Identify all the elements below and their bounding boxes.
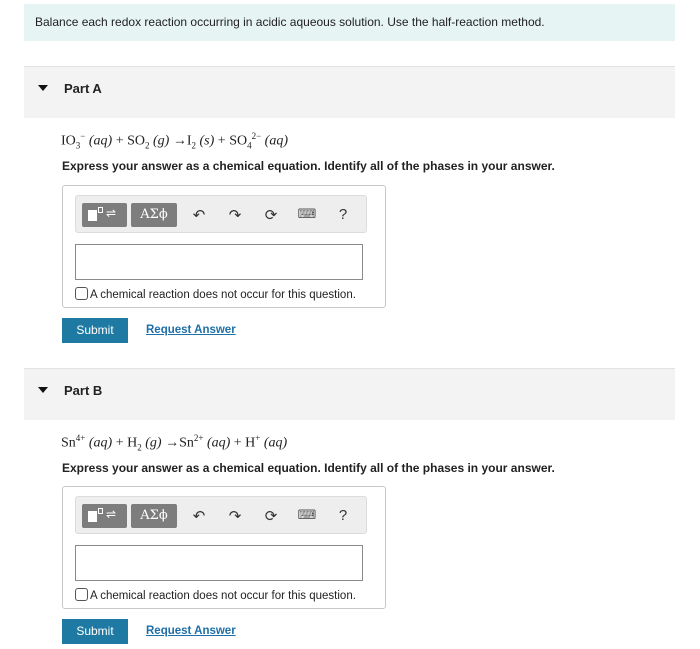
part-a-title: Part A	[64, 81, 102, 96]
undo-icon[interactable]: ↶	[188, 204, 210, 226]
part-a-answer-box: ⇌ ΑΣϕ ↶ ↷ ⟳ ⌨ ? A chemical reaction does…	[62, 185, 386, 308]
greek-symbols-button[interactable]: ΑΣϕ	[131, 504, 177, 528]
redo-icon[interactable]: ↷	[224, 204, 246, 226]
request-answer-link[interactable]: Request Answer	[146, 625, 236, 637]
part-a-instruction: Express your answer as a chemical equati…	[62, 159, 555, 173]
part-a-equation: IO3− (aq) + SO2 (g) →I2 (s) + SO42− (aq)	[61, 131, 288, 151]
answer-input[interactable]	[75, 545, 363, 581]
submit-button[interactable]: Submit	[62, 318, 128, 343]
template-icon[interactable]: ⇌	[82, 504, 127, 528]
equation-toolbar: ⇌ ΑΣϕ ↶ ↷ ⟳ ⌨ ?	[75, 195, 367, 233]
request-answer-link[interactable]: Request Answer	[146, 324, 236, 336]
caret-down-icon[interactable]	[38, 387, 48, 393]
caret-down-icon[interactable]	[38, 85, 48, 91]
redo-icon[interactable]: ↷	[224, 505, 246, 527]
reset-icon[interactable]: ⟳	[260, 204, 282, 226]
greek-symbols-button[interactable]: ΑΣϕ	[131, 203, 177, 227]
keyboard-icon[interactable]: ⌨	[296, 505, 318, 527]
instructions-text: Balance each redox reaction occurring in…	[35, 15, 545, 29]
submit-button[interactable]: Submit	[62, 619, 128, 644]
template-icon[interactable]: ⇌	[82, 203, 127, 227]
no-reaction-label: A chemical reaction does not occur for t…	[90, 590, 356, 602]
instructions-banner: Balance each redox reaction occurring in…	[24, 4, 675, 41]
no-reaction-checkbox[interactable]	[75, 287, 88, 300]
part-b-header[interactable]: Part B	[24, 368, 675, 420]
keyboard-icon[interactable]: ⌨	[296, 204, 318, 226]
help-icon[interactable]: ?	[332, 505, 354, 527]
part-b-answer-box: ⇌ ΑΣϕ ↶ ↷ ⟳ ⌨ ? A chemical reaction does…	[62, 486, 386, 609]
part-b-title: Part B	[64, 383, 103, 398]
no-reaction-label: A chemical reaction does not occur for t…	[90, 289, 356, 301]
part-a-header[interactable]: Part A	[24, 66, 675, 118]
answer-input[interactable]	[75, 244, 363, 280]
no-reaction-checkbox[interactable]	[75, 588, 88, 601]
no-reaction-option[interactable]: A chemical reaction does not occur for t…	[75, 588, 356, 602]
part-b-instruction: Express your answer as a chemical equati…	[62, 461, 555, 475]
undo-icon[interactable]: ↶	[188, 505, 210, 527]
help-icon[interactable]: ?	[332, 204, 354, 226]
equation-toolbar: ⇌ ΑΣϕ ↶ ↷ ⟳ ⌨ ?	[75, 496, 367, 534]
reset-icon[interactable]: ⟳	[260, 505, 282, 527]
no-reaction-option[interactable]: A chemical reaction does not occur for t…	[75, 287, 356, 301]
part-b-equation: Sn4+ (aq) + H2 (g) →Sn2+ (aq) + H+ (aq)	[61, 433, 288, 453]
